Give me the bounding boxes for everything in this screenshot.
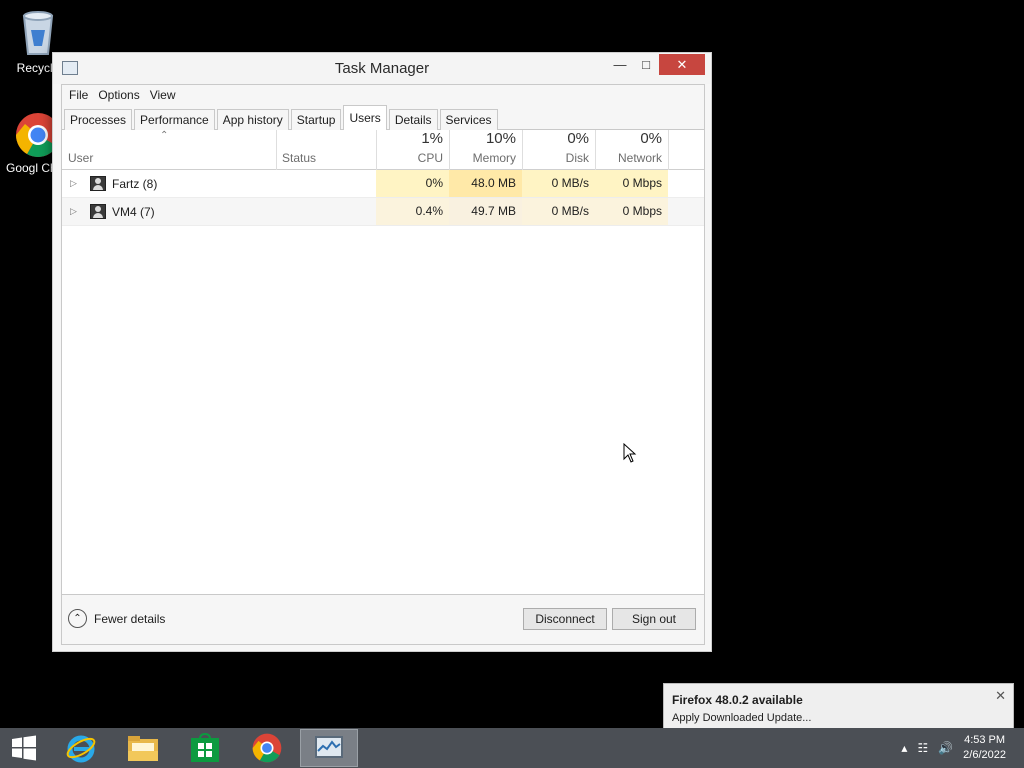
row-status [276, 198, 376, 225]
column-status[interactable]: Status [276, 130, 376, 170]
column-cpu[interactable]: 1% CPU [376, 130, 449, 170]
column-memory-percent: 10% [485, 130, 516, 147]
mouse-cursor-icon [623, 443, 637, 463]
clock-date: 2/6/2022 [963, 749, 1006, 761]
taskbar-internet-explorer[interactable] [52, 729, 110, 767]
taskbar-file-explorer[interactable] [114, 729, 172, 767]
taskbar-task-manager[interactable] [300, 729, 358, 767]
notification-body: Apply Downloaded Update... [672, 712, 812, 724]
fewer-details-label: Fewer details [94, 611, 166, 626]
fewer-details-toggle[interactable]: ⌃ Fewer details [68, 609, 165, 628]
user-icon [90, 204, 106, 219]
start-button[interactable] [0, 729, 48, 767]
column-network-label: Network [617, 151, 662, 165]
column-status-label: Status [282, 151, 317, 165]
chevron-up-icon: ⌃ [68, 609, 87, 628]
update-notification[interactable]: Firefox 48.0.2 available Apply Downloade… [663, 683, 1014, 729]
clock-time: 4:53 PM [964, 734, 1006, 746]
table-header: ⌃ User Status 1% CPU 10% Memory 0% Disk [62, 130, 704, 170]
chrome-icon [252, 733, 282, 763]
row-disk: 0 MB/s [522, 198, 595, 225]
taskbar-chrome[interactable] [238, 729, 296, 767]
taskbar-store[interactable] [176, 729, 234, 767]
row-user-name: Fartz (8) [112, 177, 158, 191]
column-disk-label: Disk [565, 151, 589, 165]
row-cpu: 0% [376, 170, 449, 197]
column-cpu-percent: 1% [421, 130, 443, 147]
tab-details[interactable]: Details [388, 109, 438, 130]
row-status [276, 170, 376, 197]
row-user-name: VM4 (7) [112, 205, 155, 219]
row-disk: 0 MB/s [522, 170, 595, 197]
close-button[interactable]: ✕ [659, 54, 705, 75]
volume-icon[interactable]: 🔊 [938, 741, 953, 755]
row-network: 0 Mbps [595, 170, 668, 197]
windows-logo-icon [12, 735, 36, 761]
folder-icon [128, 736, 158, 761]
store-icon [191, 733, 219, 762]
tab-bar: Processes Performance App history Startu… [62, 105, 704, 130]
system-tray: ▴ ☷ 🔊 4:53 PM 2/6/2022 [901, 728, 1024, 768]
row-memory: 48.0 MB [449, 170, 522, 197]
taskbar: ▴ ☷ 🔊 4:53 PM 2/6/2022 [0, 728, 1024, 768]
footer-bar: ⌃ Fewer details Disconnect Sign out [62, 594, 704, 644]
column-separator [668, 130, 669, 170]
sign-out-button[interactable]: Sign out [612, 608, 696, 630]
column-network[interactable]: 0% Network [595, 130, 668, 170]
menu-file[interactable]: File [64, 85, 93, 105]
title-bar[interactable]: Task Manager — □ ✕ [53, 53, 711, 84]
expand-arrow-icon[interactable]: ▷ [70, 178, 77, 189]
column-memory[interactable]: 10% Memory [449, 130, 522, 170]
network-icon[interactable]: ☷ [917, 741, 928, 755]
tab-services[interactable]: Services [439, 109, 498, 130]
clock[interactable]: 4:53 PM 2/6/2022 [963, 733, 1006, 763]
disconnect-button[interactable]: Disconnect [523, 608, 607, 630]
maximize-button[interactable]: □ [633, 54, 659, 75]
column-network-percent: 0% [640, 130, 662, 147]
column-cpu-label: CPU [417, 151, 443, 165]
tab-app-history[interactable]: App history [216, 109, 289, 130]
table-row[interactable]: ▷ Fartz (8) 0% 48.0 MB 0 MB/s 0 Mbps [62, 170, 704, 198]
menu-view[interactable]: View [145, 85, 181, 105]
tab-startup[interactable]: Startup [290, 109, 342, 130]
table-row[interactable]: ▷ VM4 (7) 0.4% 49.7 MB 0 MB/s 0 Mbps [62, 198, 704, 226]
expand-arrow-icon[interactable]: ▷ [70, 206, 77, 217]
show-hidden-icons-icon[interactable]: ▴ [901, 741, 907, 755]
column-user-label: User [68, 151, 94, 165]
task-manager-window: Task Manager — □ ✕ File Options View Pro… [52, 52, 712, 652]
tab-performance[interactable]: Performance [134, 109, 215, 130]
row-network: 0 Mbps [595, 198, 668, 225]
minimize-button[interactable]: — [607, 54, 633, 75]
row-cpu: 0.4% [376, 198, 449, 225]
column-memory-label: Memory [472, 151, 516, 165]
recycle-bin-icon [22, 11, 54, 55]
client-area: File Options View Processes Performance … [61, 84, 705, 645]
task-manager-icon [315, 736, 343, 758]
notification-close-icon[interactable]: ✕ [995, 688, 1006, 704]
row-memory: 49.7 MB [449, 198, 522, 225]
column-user[interactable]: User [62, 130, 276, 170]
column-disk[interactable]: 0% Disk [522, 130, 595, 170]
internet-explorer-icon [66, 735, 96, 763]
menu-options[interactable]: Options [93, 85, 144, 105]
tab-users[interactable]: Users [343, 105, 387, 130]
tab-processes[interactable]: Processes [64, 109, 133, 130]
menu-bar: File Options View [62, 85, 704, 105]
notification-title: Firefox 48.0.2 available [672, 693, 803, 707]
user-icon [90, 176, 106, 191]
column-disk-percent: 0% [567, 130, 589, 147]
